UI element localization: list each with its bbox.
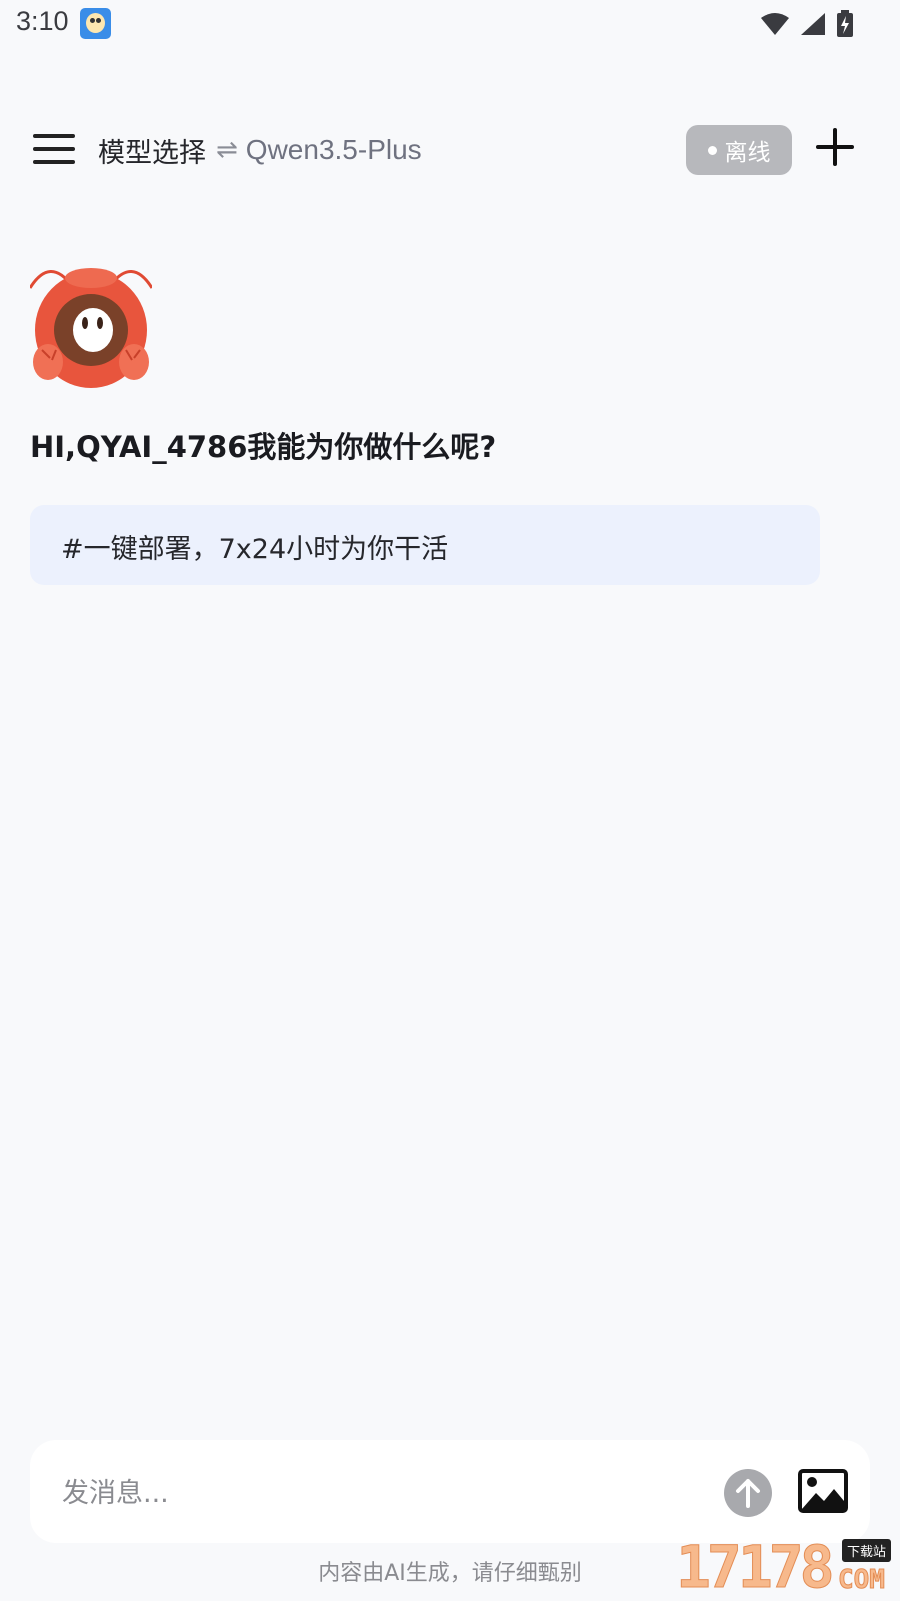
status-dot-icon bbox=[707, 145, 717, 155]
status-icons bbox=[760, 10, 854, 38]
swap-icon: ⇌ bbox=[216, 135, 238, 165]
cartoon-face-icon bbox=[80, 8, 111, 39]
site-watermark: 17178 下载站 COM bbox=[676, 1533, 900, 1601]
greeting-title: HI,QYAI_4786我能为你做什么呢? bbox=[30, 430, 497, 464]
plus-icon[interactable] bbox=[816, 128, 854, 166]
send-button[interactable] bbox=[724, 1469, 772, 1517]
message-input[interactable] bbox=[60, 1464, 704, 1522]
hamburger-menu-icon[interactable] bbox=[33, 130, 75, 168]
watermark-suffix: COM bbox=[838, 1565, 886, 1596]
image-icon[interactable] bbox=[798, 1469, 848, 1513]
header: 模型选择 ⇌ Qwen3.5-Plus 离线 bbox=[0, 118, 900, 182]
status-badge-label: 离线 bbox=[724, 140, 771, 166]
model-select-label: 模型选择 bbox=[98, 137, 206, 169]
suggestion-chip[interactable]: #一键部署，7x24小时为你干活 bbox=[30, 505, 820, 585]
arrow-up-icon bbox=[736, 1479, 760, 1508]
suggestion-text: #一键部署，7x24小时为你干活 bbox=[61, 534, 449, 565]
status-bar: 3:10 bbox=[0, 0, 900, 50]
message-input-bar bbox=[30, 1440, 870, 1543]
signal-icon bbox=[801, 13, 825, 35]
model-selector[interactable]: 模型选择 ⇌ Qwen3.5-Plus bbox=[98, 132, 422, 169]
watermark-tag: 下载站 bbox=[842, 1539, 892, 1562]
battery-charging-icon bbox=[837, 10, 853, 37]
lobster-mascot-icon bbox=[30, 268, 152, 388]
watermark-digits: 17178 bbox=[676, 1533, 836, 1601]
wifi-icon bbox=[761, 13, 789, 35]
status-badge: 离线 bbox=[686, 125, 792, 175]
status-time: 3:10 bbox=[16, 6, 69, 36]
model-name: Qwen3.5-Plus bbox=[245, 134, 422, 165]
